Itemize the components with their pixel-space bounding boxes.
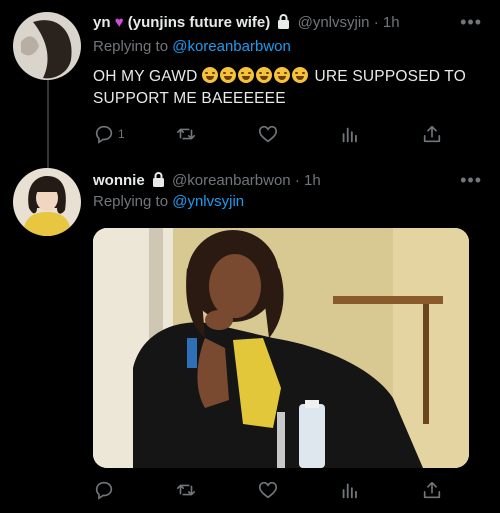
reply-button[interactable]	[93, 477, 115, 503]
handle[interactable]: @ynlvsyjin	[298, 14, 370, 31]
reply-prefix: Replying to	[93, 193, 169, 210]
share-icon	[423, 125, 441, 143]
reply-mention-link[interactable]: @ynlvsyjin	[172, 193, 244, 210]
reply-count: 1	[118, 127, 125, 141]
tweet-header: wonnie @koreanbarbwon · 1h	[93, 172, 321, 189]
retweet-icon	[176, 128, 196, 140]
analytics-icon	[342, 483, 357, 499]
replying-to: Replying to @koreanbarbwon	[93, 38, 291, 55]
reply-mention-link[interactable]: @koreanbarbwon	[172, 38, 291, 55]
like-icon	[258, 125, 278, 143]
tweet-header: yn ♥ (yunjins future wife) @ynlvsyjin · …	[93, 14, 400, 31]
like-icon	[258, 481, 278, 499]
tweet-1[interactable]: yn ♥ (yunjins future wife) @ynlvsyjin · …	[0, 0, 500, 160]
retweet-button[interactable]	[175, 477, 197, 503]
action-bar	[93, 477, 453, 503]
display-name[interactable]: yn	[93, 14, 111, 31]
more-icon[interactable]: •••	[460, 12, 482, 33]
retweet-button[interactable]	[175, 121, 197, 147]
handle[interactable]: @koreanbarbwon	[172, 172, 291, 189]
analytics-icon	[342, 127, 357, 143]
avatar[interactable]	[13, 168, 81, 236]
reply-prefix: Replying to	[93, 38, 169, 55]
like-button[interactable]	[257, 477, 279, 503]
loudly-crying-face-icon	[202, 67, 315, 85]
action-bar: 1	[93, 121, 453, 147]
share-button[interactable]	[421, 477, 443, 503]
tweet-text-part1: OH MY GAWD	[93, 68, 198, 85]
tweet-text-line2: SUPPORT ME BAEEEEEE	[93, 90, 286, 107]
more-icon[interactable]: •••	[460, 170, 482, 191]
tweet-text: OH MY GAWD URE SUPPOSED TO SUPPORT ME BA…	[93, 66, 466, 110]
display-name[interactable]: wonnie	[93, 172, 145, 189]
display-name-suffix[interactable]: (yunjins future wife)	[128, 14, 271, 31]
lock-icon	[152, 172, 164, 187]
retweet-icon	[176, 484, 196, 496]
reply-icon	[95, 125, 113, 144]
share-icon	[423, 481, 441, 499]
reply-button[interactable]: 1	[93, 121, 125, 147]
timestamp[interactable]: · 1h	[374, 14, 400, 31]
lock-icon	[278, 14, 290, 29]
replying-to: Replying to @ynlvsyjin	[93, 193, 244, 210]
timestamp[interactable]: · 1h	[295, 172, 321, 189]
analytics-button[interactable]	[339, 121, 361, 147]
avatar[interactable]	[13, 12, 81, 80]
tweet-text-part2: URE SUPPOSED TO	[314, 68, 466, 85]
tweet-media-image[interactable]	[93, 228, 469, 468]
reply-icon	[95, 481, 113, 500]
share-button[interactable]	[421, 121, 443, 147]
purple-heart-icon: ♥	[114, 14, 124, 31]
like-button[interactable]	[257, 121, 279, 147]
analytics-button[interactable]	[339, 477, 361, 503]
